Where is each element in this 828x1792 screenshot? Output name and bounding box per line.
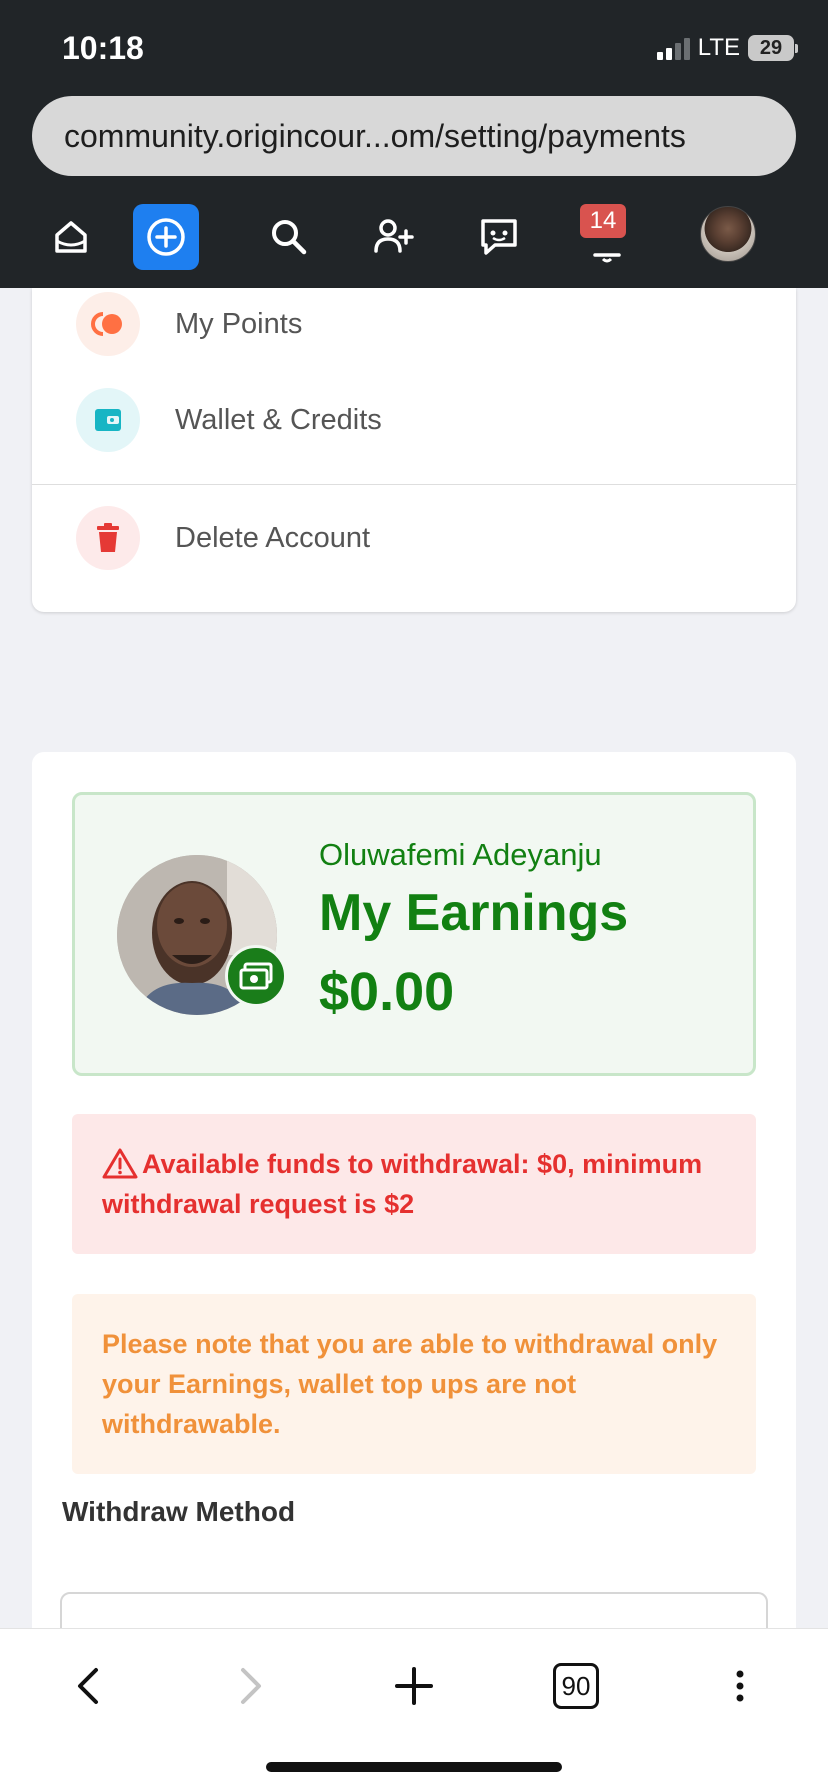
chevron-left-icon bbox=[78, 1668, 98, 1704]
add-friend-button[interactable] bbox=[361, 204, 427, 270]
earnings-amount: $0.00 bbox=[319, 962, 455, 1022]
chat-icon bbox=[481, 219, 517, 255]
status-indicators: LTE 29 bbox=[656, 34, 798, 62]
new-tab-button[interactable] bbox=[379, 1651, 449, 1721]
withdraw-note: Please note that you are able to withdra… bbox=[72, 1294, 756, 1474]
menu-item-label: Delete Account bbox=[175, 521, 371, 554]
create-post-button[interactable] bbox=[133, 204, 199, 270]
messages-button[interactable] bbox=[466, 204, 532, 270]
menu-item-wallet-credits[interactable]: Wallet & Credits bbox=[32, 380, 796, 460]
withdraw-method-label: Withdraw Method bbox=[62, 1496, 296, 1527]
home-button[interactable] bbox=[38, 204, 104, 270]
settings-menu: My Points Wallet & Credits Delete Accoun… bbox=[32, 288, 796, 612]
back-button[interactable] bbox=[54, 1651, 124, 1721]
funds-alert-text: Available funds to withdrawal: $0, minim… bbox=[102, 1149, 703, 1219]
notification-badge: 14 bbox=[580, 204, 626, 238]
warning-icon bbox=[102, 1148, 138, 1179]
earnings-summary: Oluwafemi Adeyanju My Earnings $0.00 bbox=[72, 792, 756, 1076]
status-time: 10:18 bbox=[62, 30, 144, 66]
menu-divider bbox=[32, 484, 796, 485]
app-nav-bar: 14 bbox=[0, 192, 828, 288]
home-indicator bbox=[266, 1762, 562, 1772]
profile-avatar[interactable] bbox=[700, 206, 756, 262]
menu-item-delete-account[interactable]: Delete Account bbox=[32, 498, 796, 578]
menu-item-my-points[interactable]: My Points bbox=[32, 284, 796, 364]
menu-item-label: My Points bbox=[175, 307, 303, 340]
home-icon bbox=[55, 221, 87, 253]
forward-button[interactable] bbox=[215, 1651, 285, 1721]
trash-icon bbox=[76, 506, 140, 570]
signal-icon bbox=[656, 36, 690, 60]
plus-circle-icon bbox=[147, 218, 185, 256]
points-icon bbox=[76, 292, 140, 356]
menu-item-label: Wallet & Credits bbox=[175, 403, 382, 436]
tabs-count: 90 bbox=[553, 1663, 599, 1709]
more-menu-button[interactable] bbox=[705, 1651, 775, 1721]
search-icon bbox=[272, 220, 307, 255]
chevron-right-icon bbox=[241, 1668, 261, 1704]
earnings-title: My Earnings bbox=[319, 884, 629, 942]
money-icon bbox=[225, 945, 287, 1007]
tabs-button[interactable]: 90 bbox=[541, 1651, 611, 1721]
search-button[interactable] bbox=[256, 204, 322, 270]
url-bar[interactable]: community.origincour...om/setting/paymen… bbox=[32, 96, 796, 176]
funds-alert: Available funds to withdrawal: $0, minim… bbox=[72, 1114, 756, 1254]
plus-icon bbox=[395, 1667, 433, 1705]
browser-chrome: 10:18 LTE 29 community.origincour...om/s… bbox=[0, 0, 828, 192]
battery-icon: 29 bbox=[748, 35, 798, 61]
wallet-icon bbox=[76, 388, 140, 452]
user-name: Oluwafemi Adeyanju bbox=[319, 837, 602, 872]
network-type: LTE bbox=[697, 34, 740, 61]
add-user-icon bbox=[374, 219, 414, 253]
more-vertical-icon bbox=[736, 1670, 744, 1702]
